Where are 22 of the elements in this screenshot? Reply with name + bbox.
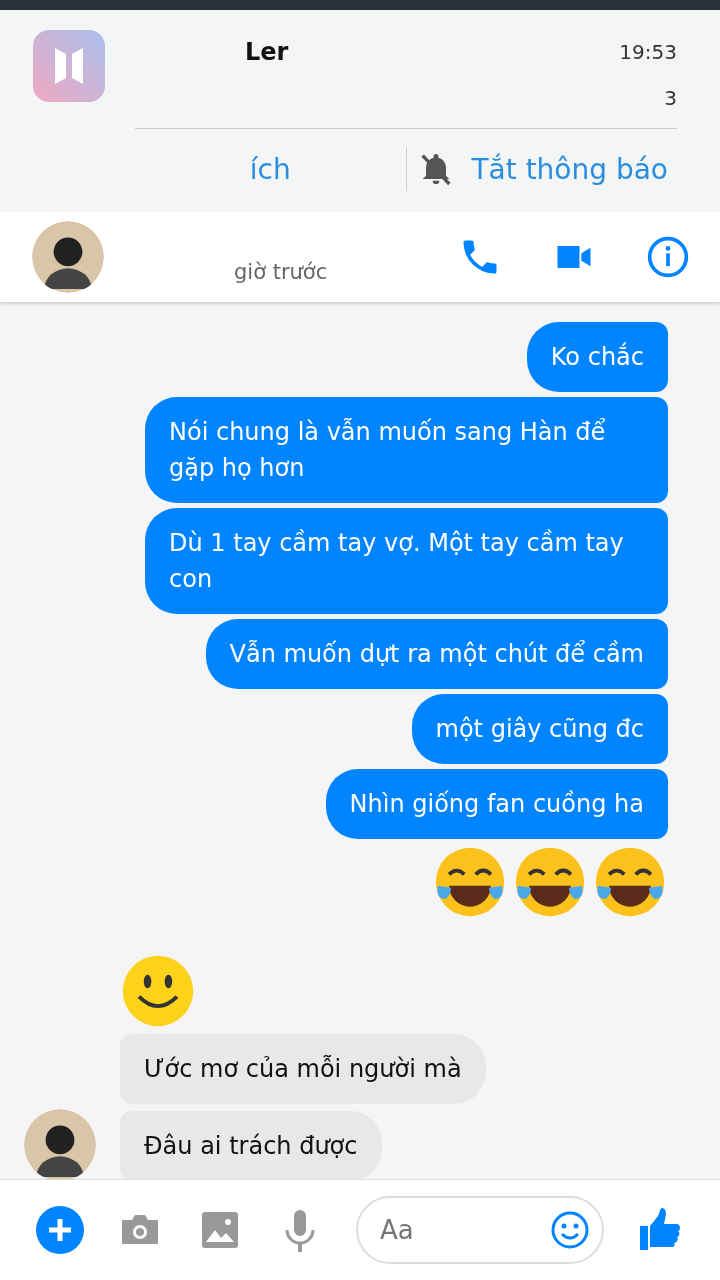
message-bubble: Vẫn muốn dựt ra một chút để cầm	[205, 619, 668, 689]
notification-action[interactable]: ích	[135, 146, 406, 192]
message-bubble: Đâu ai trách được	[120, 1111, 382, 1181]
message-field[interactable]: Aa	[356, 1196, 604, 1264]
add-icon[interactable]	[36, 1206, 84, 1254]
avatar	[24, 1109, 96, 1181]
notification-title: Ler	[245, 38, 289, 66]
avatar	[32, 221, 104, 293]
notification-action[interactable]: Tắt thông báo	[406, 143, 677, 195]
message-bubble: Dù 1 tay cầm tay vợ. Một tay cầm tay con	[145, 508, 668, 614]
message-bubble: Nhìn giống fan cuồng ha	[325, 769, 668, 839]
message-count: 3	[664, 86, 677, 110]
info-icon[interactable]	[646, 235, 690, 279]
message-bubble: Nói chung là vẫn muốn sang Hàn để gặp họ hơn	[145, 397, 668, 503]
app-icon	[33, 30, 105, 102]
message-bubble: Ko chắc	[526, 322, 668, 392]
notification-time: 19:53	[619, 40, 677, 64]
smiley-face-icon	[120, 953, 196, 1029]
active-status: giờ trước	[234, 260, 328, 284]
message-bubble: Ước mơ của mỗi người mà	[120, 1034, 486, 1104]
emoji-icon[interactable]	[550, 1210, 590, 1250]
message-bubble: một giây cũng đc	[411, 694, 668, 764]
